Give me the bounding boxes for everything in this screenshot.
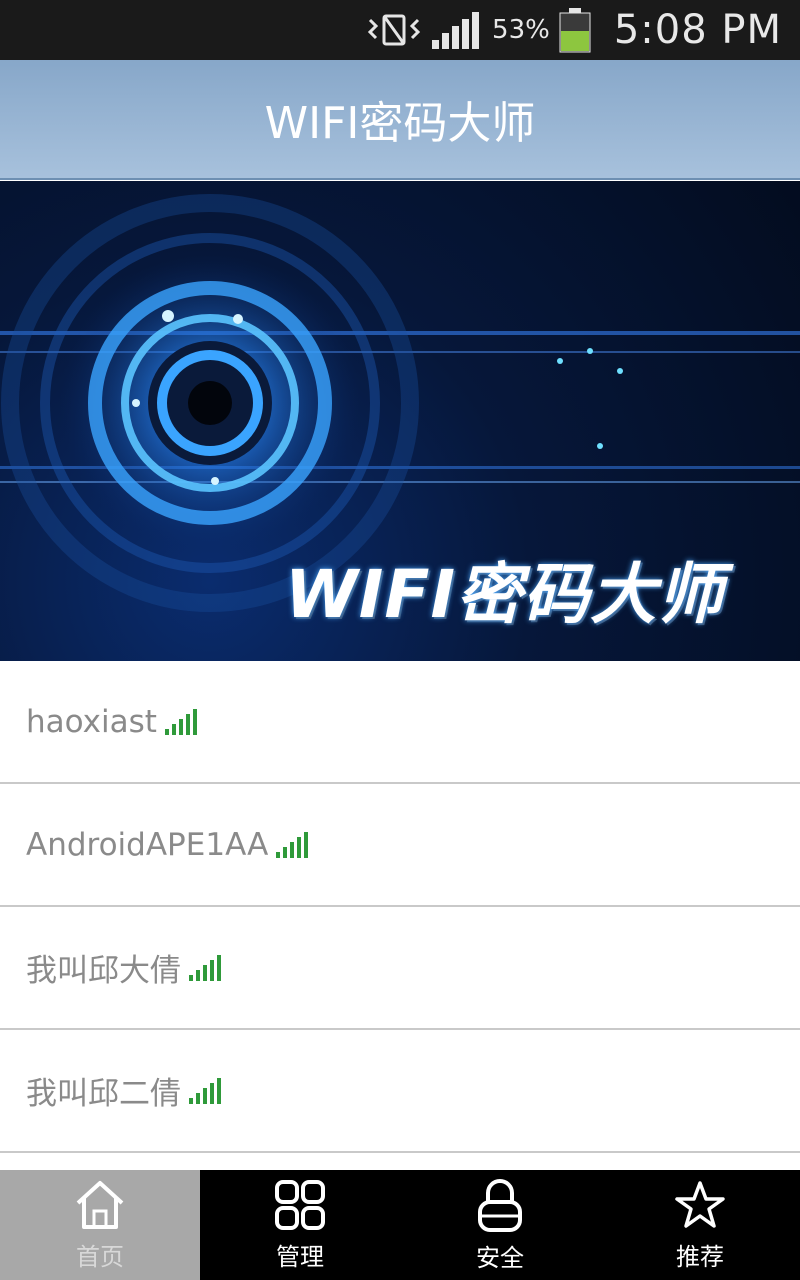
wifi-network-list: haoxiast AndroidAPE1AA 我叫邱大倩 我叫邱二倩 (0, 661, 800, 1153)
clock: 5:08 PM (613, 7, 782, 53)
lock-icon (478, 1178, 522, 1232)
wifi-name: haoxiast (26, 703, 157, 740)
tab-manage-label: 管理 (276, 1242, 324, 1271)
wifi-signal-icon (164, 708, 197, 735)
vibrate-icon (366, 12, 422, 48)
wifi-signal-icon (189, 1077, 221, 1104)
banner-logo-text: WIFI密码大师 (285, 556, 724, 633)
cell-signal-icon (430, 10, 482, 50)
wifi-list-item[interactable]: 我叫邱大倩 (0, 907, 800, 1030)
wifi-list-item[interactable]: AndroidAPE1AA (0, 784, 800, 907)
app-header: WIFI密码大师 (0, 60, 800, 180)
tab-home-label: 首页 (76, 1242, 124, 1271)
tab-security-label: 安全 (476, 1243, 524, 1272)
battery-percent: 53% (492, 15, 550, 45)
home-icon (76, 1180, 124, 1229)
grid-icon (275, 1179, 325, 1230)
tab-recommend[interactable]: 推荐 (600, 1170, 800, 1280)
page-title: WIFI密码大师 (264, 98, 536, 149)
bottom-nav: 首页 管理 安全 推荐 (0, 1170, 800, 1280)
status-bar: 53% 5:08 PM (0, 0, 800, 60)
wifi-name: 我叫邱大倩 (26, 953, 181, 989)
tab-security[interactable]: 安全 (400, 1170, 600, 1280)
wifi-list-item[interactable]: 我叫邱二倩 (0, 1030, 800, 1153)
wifi-name: AndroidAPE1AA (26, 826, 269, 863)
wifi-name: 我叫邱二倩 (26, 1076, 181, 1112)
hero-banner: WIFI密码大师 (0, 181, 800, 661)
battery-icon (558, 7, 592, 53)
wifi-signal-icon (189, 954, 221, 981)
wifi-signal-icon (276, 831, 309, 858)
tab-manage[interactable]: 管理 (200, 1170, 400, 1280)
tab-home[interactable]: 首页 (0, 1170, 200, 1280)
wifi-list-item[interactable]: haoxiast (0, 661, 800, 784)
star-icon (675, 1180, 725, 1228)
tab-recommend-label: 推荐 (676, 1242, 724, 1271)
